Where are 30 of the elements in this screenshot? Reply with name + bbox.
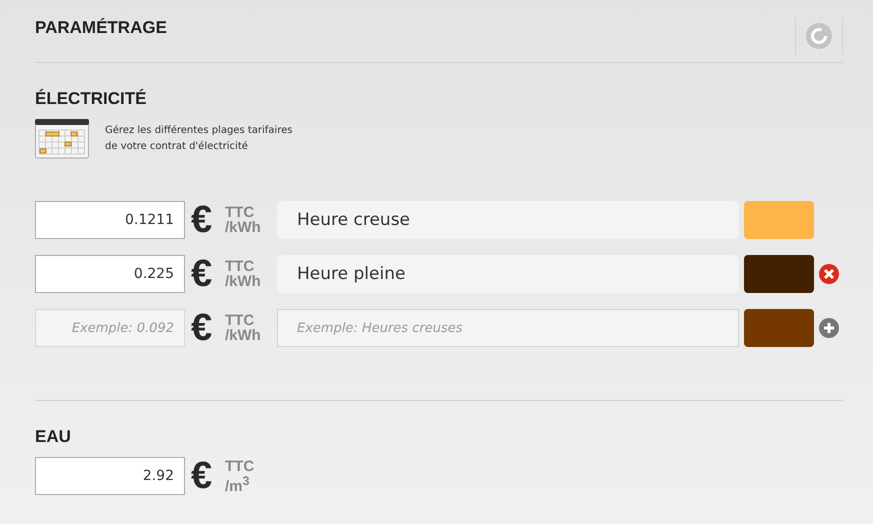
section-description: Gérez les différentes plages tarifaires de votre contrat d'électricité <box>105 124 292 154</box>
label-field[interactable]: Exemple: Heures creuses <box>277 309 739 347</box>
price-field[interactable]: Exemple: 0.092 <box>35 309 185 347</box>
section-heading: EAU <box>35 427 72 447</box>
tax-label: TTC <box>225 259 256 274</box>
price-field[interactable]: 0.225 <box>35 255 185 293</box>
color-swatch[interactable] <box>744 255 814 293</box>
euro-sign: € <box>191 201 214 239</box>
tax-label: TTC <box>225 205 256 220</box>
euro-sign: € <box>191 457 214 495</box>
calendar-icon <box>35 119 89 159</box>
color-swatch[interactable] <box>744 201 814 239</box>
section-heading: ÉLECTRICITÉ <box>35 89 148 109</box>
price-field[interactable]: 0.1211 <box>35 201 185 239</box>
unit-label: /kWh <box>225 220 262 235</box>
unit-label: /kWh <box>225 328 262 343</box>
page-title: PARAMÉTRAGE <box>35 18 167 38</box>
price-field[interactable]: 2.92 <box>35 457 185 495</box>
tax-label: TTC <box>225 313 256 328</box>
euro-sign: € <box>191 255 214 293</box>
label-field[interactable]: Heure pleine <box>277 255 739 293</box>
euro-sign: € <box>191 309 214 347</box>
add-button[interactable] <box>819 318 839 338</box>
tax-label: TTC <box>225 458 256 474</box>
label-field[interactable]: Heure creuse <box>277 201 739 239</box>
unit-label: /kWh <box>225 274 262 289</box>
refresh-button[interactable] <box>795 18 843 54</box>
unit-label: /m$^{3}$ <box>225 474 250 494</box>
remove-button[interactable] <box>819 264 839 284</box>
color-swatch[interactable] <box>744 309 814 347</box>
